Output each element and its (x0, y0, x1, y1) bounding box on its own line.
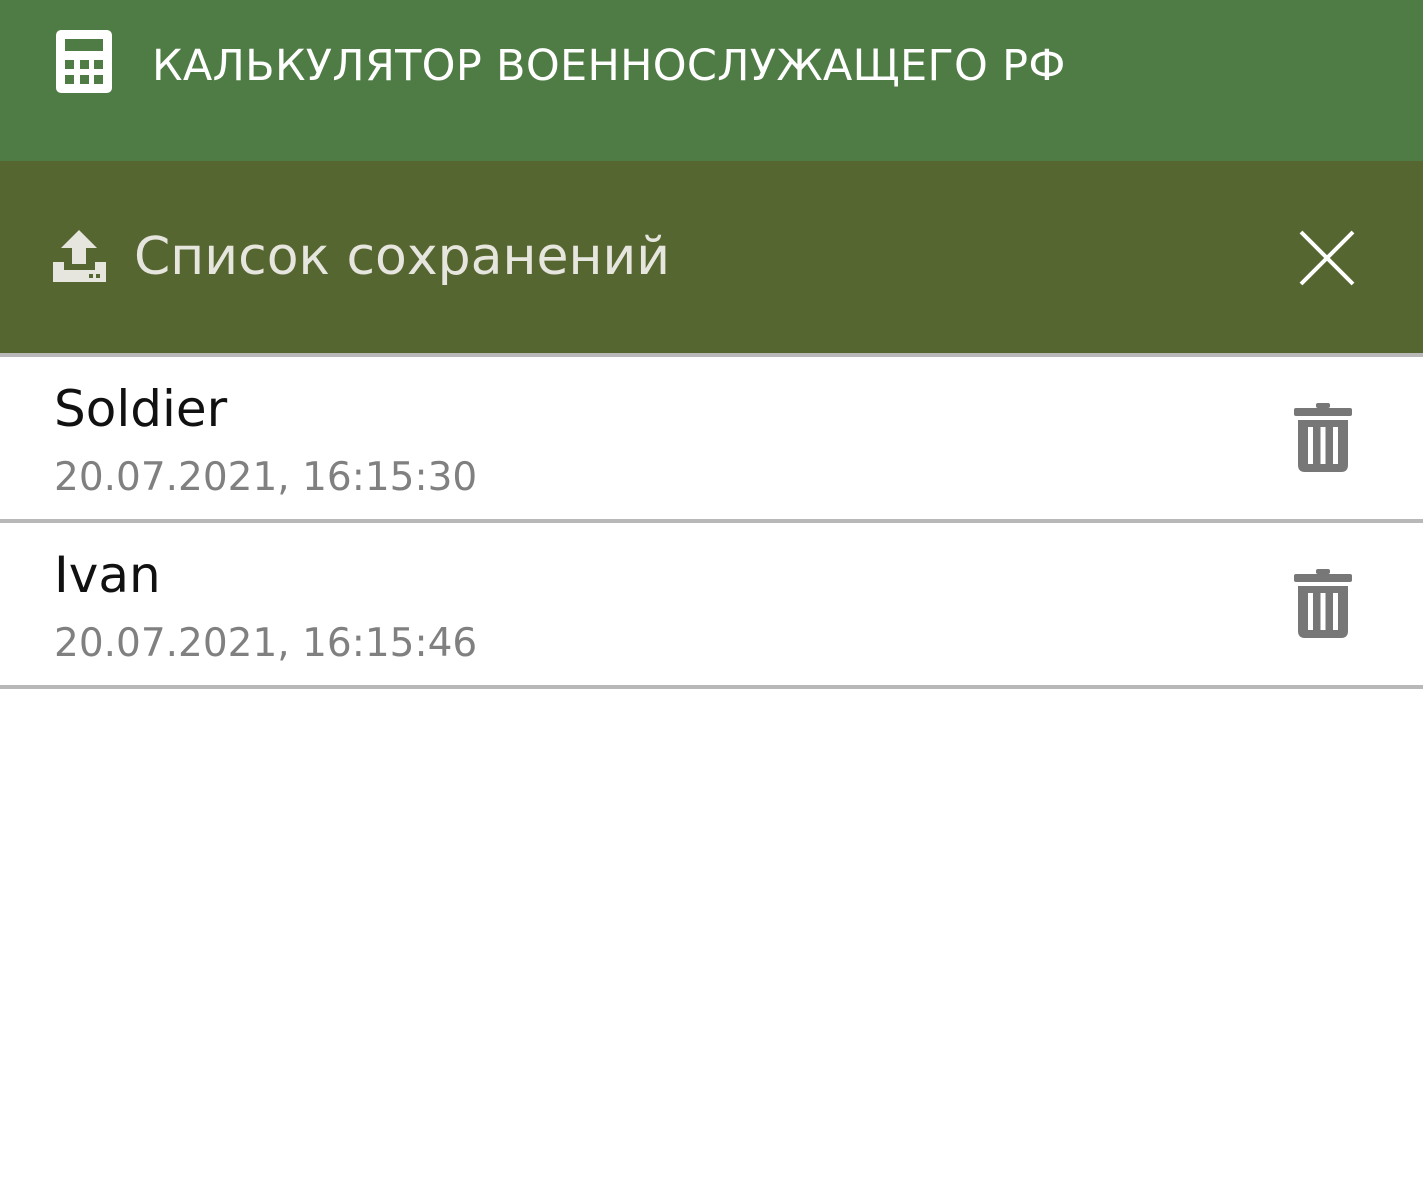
panel-title: Список сохранений (134, 227, 671, 287)
close-icon[interactable] (1290, 221, 1364, 295)
trash-icon[interactable] (1290, 403, 1356, 473)
save-date: 20.07.2021, 16:15:30 (54, 455, 478, 500)
upload-icon (53, 230, 106, 282)
list-item-soldier[interactable]: Soldier 20.07.2021, 16:15:30 (0, 357, 1423, 523)
saves-list: Soldier 20.07.2021, 16:15:30 Ivan 20.07.… (0, 353, 1423, 689)
save-name: Ivan (54, 546, 161, 604)
save-name: Soldier (54, 380, 228, 438)
app-title: КАЛЬКУЛЯТОР ВОЕННОСЛУЖАЩЕГО РФ (152, 41, 1066, 91)
saves-panel-header: Список сохранений (0, 161, 1423, 353)
list-item-ivan[interactable]: Ivan 20.07.2021, 16:15:46 (0, 523, 1423, 689)
trash-icon[interactable] (1290, 569, 1356, 639)
calculator-icon (56, 30, 112, 93)
save-date: 20.07.2021, 16:15:46 (54, 621, 478, 666)
app-bar: КАЛЬКУЛЯТОР ВОЕННОСЛУЖАЩЕГО РФ (0, 0, 1423, 161)
